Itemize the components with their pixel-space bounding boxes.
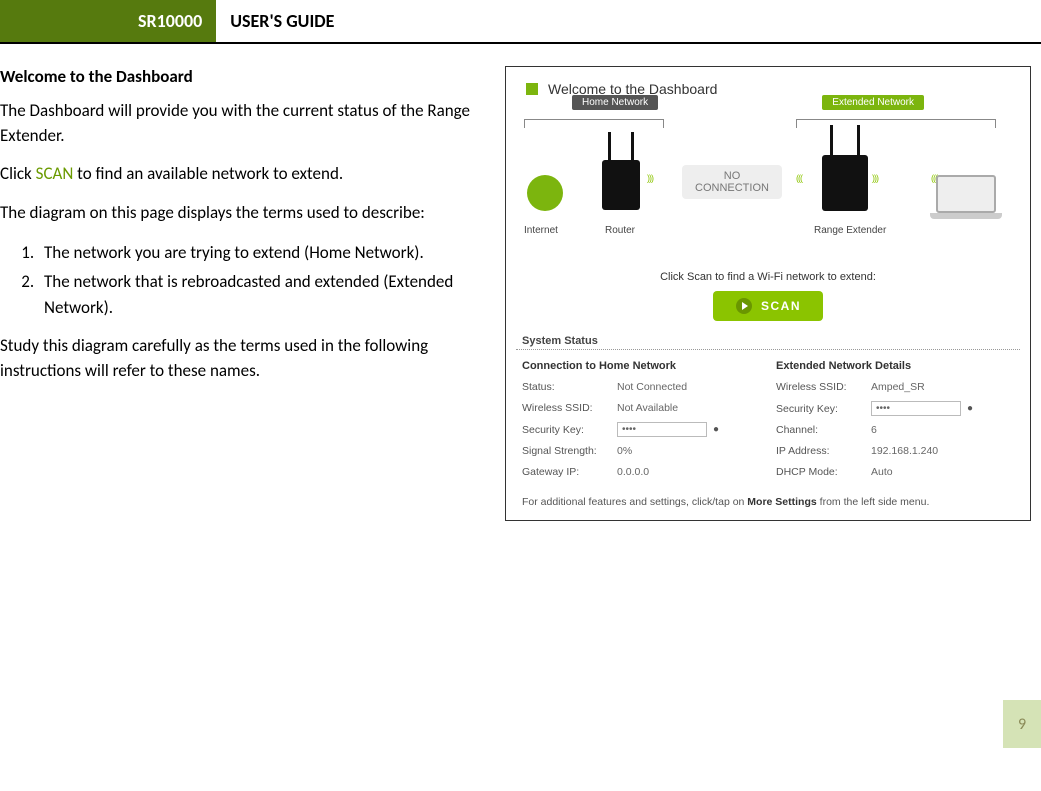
wifi-icon: ))) — [647, 173, 653, 183]
doc-title: USER'S GUIDE — [216, 0, 348, 42]
field-label: Gateway IP: — [522, 466, 617, 478]
network-diagram: Home Network Extended Network ))) NO CON… — [522, 105, 1014, 265]
diagram-label-extender: Range Extender — [814, 225, 886, 236]
field-value: Not Available — [617, 402, 760, 414]
field-label: DHCP Mode: — [776, 466, 871, 478]
list-item: The network that is rebroadcasted and ex… — [38, 269, 495, 320]
extended-network-label: Extended Network — [822, 95, 924, 110]
diagram-label-internet: Internet — [524, 225, 558, 236]
text: For additional features and settings, cl… — [522, 496, 747, 508]
field-label: Wireless SSID: — [776, 381, 871, 393]
field-value: Not Connected — [617, 381, 760, 393]
text: CONNECTION — [682, 182, 782, 194]
text: to find an available network to extend. — [73, 163, 343, 184]
title-bullet-icon — [526, 83, 538, 95]
router-icon — [602, 160, 640, 210]
diagram-label-router: Router — [605, 225, 635, 236]
extended-network-column: Extended Network Details Wireless SSID:A… — [776, 360, 1014, 486]
dashboard-screenshot: Welcome to the Dashboard Home Network Ex… — [505, 66, 1031, 521]
header-accent — [0, 0, 18, 42]
range-extender-icon — [822, 155, 868, 211]
field-value: Auto — [871, 466, 1014, 478]
text-bold: More Settings — [747, 496, 816, 508]
field-value: 6 — [871, 424, 1014, 436]
security-key-field[interactable]: •••• — [871, 401, 961, 416]
scan-instruction: Click Scan to find a Wi-Fi network to ex… — [516, 271, 1020, 283]
play-icon — [735, 297, 753, 315]
scan-button[interactable]: SCAN — [713, 291, 823, 321]
column-heading: Connection to Home Network — [522, 360, 760, 372]
column-heading: Extended Network Details — [776, 360, 1014, 372]
section-title: Welcome to the Dashboard — [0, 66, 495, 87]
field-label: Security Key: — [776, 403, 871, 415]
home-network-label: Home Network — [572, 95, 658, 110]
text: from the left side menu. — [817, 496, 930, 508]
field-value: 0.0.0.0 — [617, 466, 760, 478]
list-item: The network you are trying to extend (Ho… — [38, 240, 495, 266]
paragraph: Click SCAN to find an available network … — [0, 162, 495, 187]
field-value: 192.168.1.240 — [871, 445, 1014, 457]
field-label: IP Address: — [776, 445, 871, 457]
no-connection-badge: NO CONNECTION — [682, 165, 782, 199]
paragraph: The diagram on this page displays the te… — [0, 201, 495, 226]
field-label: Signal Strength: — [522, 445, 617, 457]
home-network-column: Connection to Home Network Status:Not Co… — [522, 360, 760, 486]
paragraph: The Dashboard will provide you with the … — [0, 99, 495, 148]
scan-keyword: SCAN — [36, 163, 74, 184]
page-number: 9 — [1003, 700, 1041, 748]
laptop-icon — [936, 175, 996, 213]
home-bracket — [524, 119, 664, 128]
field-label: Status: — [522, 381, 617, 393]
ext-bracket — [796, 119, 996, 128]
page-header: SR10000 USER'S GUIDE — [0, 0, 1041, 44]
scan-button-label: SCAN — [761, 299, 801, 313]
reveal-icon[interactable]: ● — [967, 403, 973, 414]
paragraph: Study this diagram carefully as the term… — [0, 334, 495, 383]
field-label: Channel: — [776, 424, 871, 436]
reveal-icon[interactable]: ● — [713, 424, 719, 435]
internet-icon — [527, 175, 563, 211]
screenshot-footnote: For additional features and settings, cl… — [516, 486, 1020, 508]
text: NO — [682, 170, 782, 182]
product-model: SR10000 — [18, 0, 216, 42]
field-label: Security Key: — [522, 424, 617, 436]
ordered-list: The network you are trying to extend (Ho… — [38, 240, 495, 321]
field-label: Wireless SSID: — [522, 402, 617, 414]
field-value: 0% — [617, 445, 760, 457]
text: Click — [0, 163, 36, 184]
security-key-field[interactable]: •••• — [617, 422, 707, 437]
system-status-heading: System Status — [516, 333, 1020, 350]
field-value: Amped_SR — [871, 381, 1014, 393]
wifi-icon: ))) — [872, 173, 878, 183]
wifi-icon: ))) — [797, 173, 803, 183]
